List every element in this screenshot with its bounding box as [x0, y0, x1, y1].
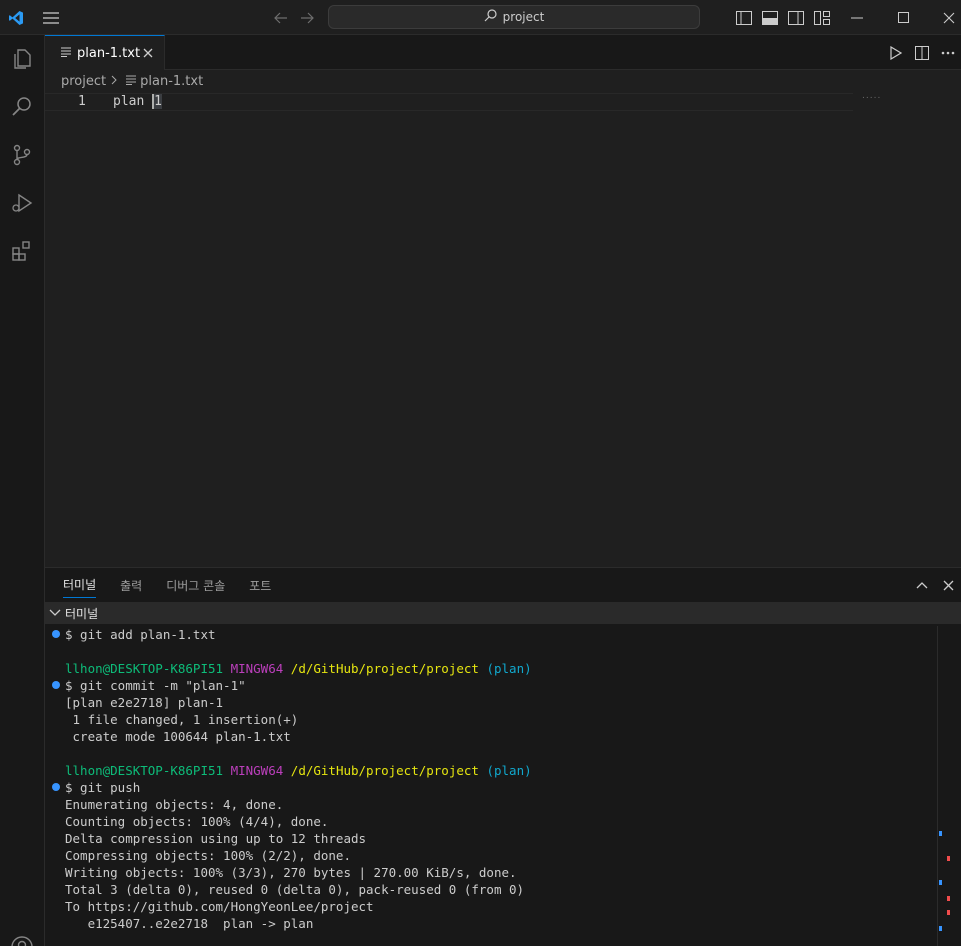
terminal-line: create mode 100644 plan-1.txt: [65, 729, 291, 744]
terminal-line: 1 file changed, 1 insertion(+): [65, 712, 299, 727]
terminal-line: e125407..e2e2718 plan -> plan: [65, 916, 314, 931]
cursor-char: 1: [152, 94, 162, 109]
close-panel-icon[interactable]: [935, 568, 961, 602]
source-control-icon[interactable]: [0, 131, 44, 179]
search-icon[interactable]: [0, 83, 44, 131]
terminal-line: Writing objects: 100% (3/3), 270 bytes |…: [65, 865, 517, 880]
terminal-line: Delta compression using up to 12 threads: [65, 831, 367, 846]
chevron-down-icon: [49, 606, 61, 620]
menu-icon[interactable]: [40, 0, 62, 35]
toggle-panel-icon[interactable]: [760, 0, 780, 35]
scrollbar-marker: [939, 831, 942, 836]
explorer-icon[interactable]: [0, 35, 44, 83]
breadcrumb: project plan-1.txt: [61, 72, 203, 90]
command-status-dot[interactable]: [52, 681, 60, 689]
activity-bar: [0, 35, 45, 946]
scrollbar-marker: [947, 896, 950, 901]
terminal-line: Counting objects: 100% (4/4), done.: [65, 814, 329, 829]
terminal-prompt: llhon@DESKTOP-K86PI51 MINGW64 /d/GitHub/…: [65, 763, 532, 778]
account-icon[interactable]: [0, 923, 44, 946]
split-editor-icon[interactable]: [909, 35, 935, 70]
maximize-icon[interactable]: [890, 0, 916, 35]
breadcrumb-file[interactable]: plan-1.txt: [140, 74, 203, 89]
scrollbar-marker: [939, 926, 942, 931]
terminal-line: Compressing objects: 100% (2/2), done.: [65, 848, 351, 863]
terminal-line: $ git push: [65, 780, 141, 795]
tab-terminal[interactable]: 터미널: [63, 576, 97, 598]
terminal-line: To https://github.com/HongYeonLee/projec…: [65, 899, 374, 914]
breadcrumb-folder[interactable]: project: [61, 74, 106, 89]
terminal-header-label: 터미널: [65, 606, 99, 621]
editor-area[interactable]: 1 plan 1 .....: [45, 91, 961, 566]
terminal-line: $ git add plan-1.txt: [65, 627, 216, 642]
chevron-right-icon: [110, 74, 118, 89]
tab-output[interactable]: 출력: [120, 577, 142, 594]
back-arrow-icon[interactable]: [270, 0, 292, 35]
close-icon[interactable]: [936, 0, 961, 35]
terminal-header[interactable]: 터미널: [45, 602, 961, 624]
editor-tab-bar: plan-1.txt: [45, 35, 961, 70]
maximize-panel-icon[interactable]: [909, 568, 935, 602]
more-actions-icon[interactable]: [935, 35, 961, 70]
terminal-scrollbar[interactable]: [937, 626, 950, 946]
toggle-secondary-sidebar-icon[interactable]: [786, 0, 806, 35]
vscode-logo-icon: [6, 0, 26, 35]
terminal-line: Total 3 (delta 0), reused 0 (delta 0), p…: [65, 882, 525, 897]
panel-tabs: 터미널 출력 디버그 콘솔 포트: [63, 568, 271, 602]
scrollbar-marker: [939, 880, 942, 885]
code-line[interactable]: plan 1: [113, 94, 162, 109]
terminal-output[interactable]: $ git add plan-1.txt llhon@DESKTOP-K86PI…: [45, 626, 935, 946]
tab-label: plan-1.txt: [77, 45, 141, 61]
file-lines-icon: [126, 74, 137, 89]
search-icon: [484, 9, 497, 25]
command-center-search[interactable]: project: [328, 5, 700, 29]
minimize-icon[interactable]: [844, 0, 870, 35]
title-bar: project: [0, 0, 961, 35]
tab-plan-1-txt[interactable]: plan-1.txt: [45, 35, 165, 70]
search-label: project: [502, 10, 545, 24]
run-debug-icon[interactable]: [0, 179, 44, 227]
tab-close-icon[interactable]: [140, 45, 156, 61]
command-status-dot[interactable]: [52, 783, 60, 791]
terminal-prompt: llhon@DESKTOP-K86PI51 MINGW64 /d/GitHub/…: [65, 661, 532, 676]
run-file-icon[interactable]: [883, 35, 909, 70]
current-line-highlight: [45, 93, 853, 111]
toggle-sidebar-icon[interactable]: [734, 0, 754, 35]
line-number: 1: [78, 94, 86, 109]
code-text: plan: [113, 94, 153, 109]
minimap[interactable]: .....: [862, 91, 881, 101]
tab-debug-console[interactable]: 디버그 콘솔: [166, 577, 225, 594]
scrollbar-marker: [947, 856, 950, 861]
terminal-line: [plan e2e2718] plan-1: [65, 695, 224, 710]
scrollbar-marker: [947, 910, 950, 915]
forward-arrow-icon[interactable]: [296, 0, 318, 35]
terminal-line: $ git commit -m "plan-1": [65, 678, 246, 693]
bottom-panel: 터미널 출력 디버그 콘솔 포트 터미널 $ git add plan-1.tx…: [45, 567, 961, 946]
terminal-line: Enumerating objects: 4, done.: [65, 797, 284, 812]
file-lines-icon: [61, 46, 71, 61]
extensions-icon[interactable]: [0, 227, 44, 275]
command-status-dot[interactable]: [52, 630, 60, 638]
customize-layout-icon[interactable]: [812, 0, 832, 35]
tab-ports[interactable]: 포트: [249, 577, 271, 594]
